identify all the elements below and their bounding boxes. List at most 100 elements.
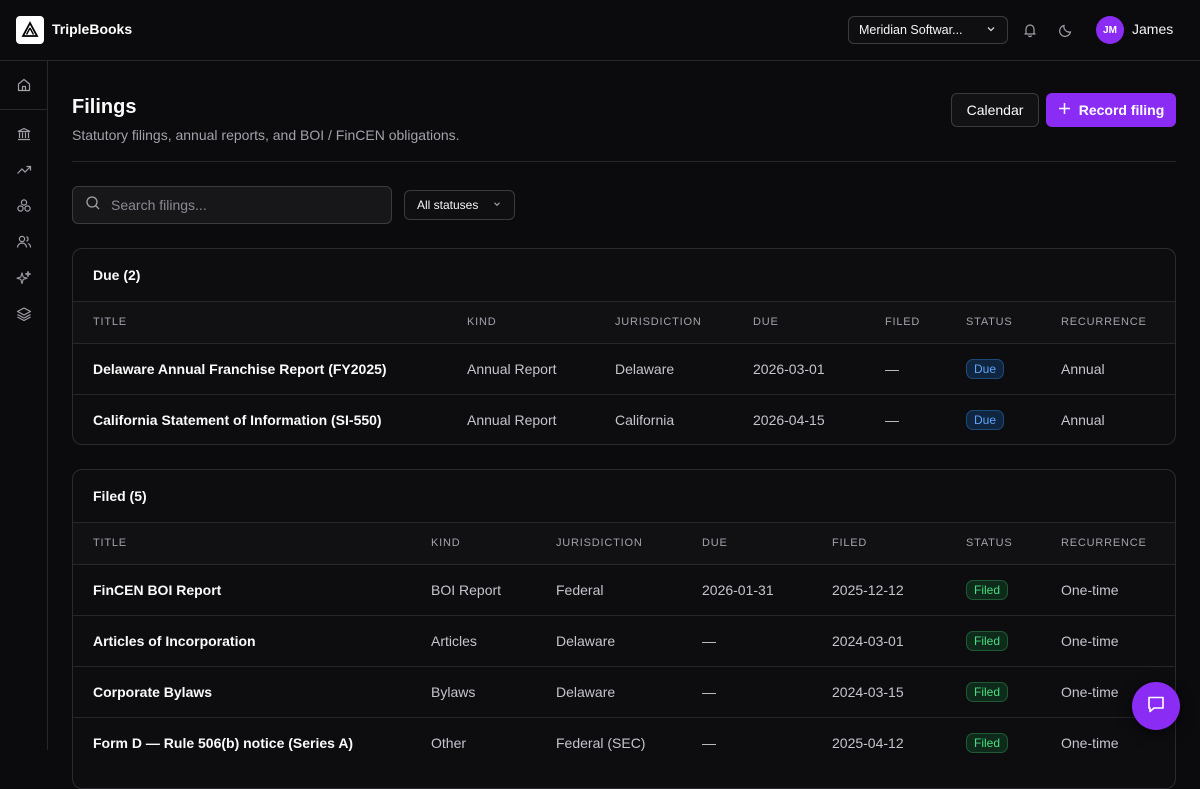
filing-jurisdiction: Delaware	[556, 615, 702, 667]
bell-icon[interactable]	[1021, 21, 1039, 39]
status-filter-select[interactable]: All statuses	[404, 190, 515, 220]
filing-title[interactable]: Delaware Annual Franchise Report (FY2025…	[73, 343, 467, 395]
logo-icon[interactable]	[16, 16, 44, 44]
filing-title[interactable]: California Statement of Information (SI-…	[73, 394, 467, 444]
search-input[interactable]	[111, 197, 371, 213]
filing-due-date: 2026-03-01	[753, 343, 885, 395]
filing-filed-date: 2024-03-15	[832, 666, 966, 718]
record-filing-label: Record filing	[1078, 102, 1165, 118]
col-filed[interactable]: FILED	[885, 302, 966, 344]
page-subtitle: Statutory filings, annual reports, and B…	[72, 127, 460, 143]
search-icon	[85, 195, 101, 216]
filing-jurisdiction: California	[615, 411, 675, 428]
status-cell: Filed	[966, 717, 1061, 768]
status-badge: Filed	[966, 630, 1009, 651]
filing-jurisdiction: Federal (SEC)	[556, 734, 646, 751]
filing-filed-date: 2024-03-01	[832, 615, 966, 667]
col-status[interactable]: STATUS	[966, 302, 1061, 344]
status-cell: Filed	[966, 564, 1061, 616]
col-status[interactable]: STATUS	[966, 523, 1061, 565]
top-bar: TripleBooks Meridian Softwar... JM James	[0, 0, 1200, 61]
filing-kind: Other	[431, 734, 467, 751]
chat-button[interactable]	[1132, 682, 1180, 730]
filing-kind: BOI Report	[431, 564, 556, 616]
col-title[interactable]: TITLE	[73, 523, 431, 565]
filing-title[interactable]: Form D — Rule 506(b) notice (Series A)	[73, 717, 431, 768]
sidebar-divider	[0, 109, 47, 110]
col-kind[interactable]: KIND	[431, 523, 556, 565]
filing-filed-date: —	[885, 343, 966, 395]
filing-kind: Bylaws	[431, 666, 556, 718]
table-row[interactable]: Form D — Rule 506(b) notice (Series A) O…	[73, 717, 1175, 768]
filing-kind: Articles	[431, 615, 556, 667]
sidebar	[0, 61, 48, 750]
filing-filed-date: —	[885, 411, 899, 428]
chat-icon	[1145, 693, 1167, 720]
filing-kind: Annual Report	[467, 343, 615, 395]
table-row[interactable]: Corporate Bylaws Bylaws Delaware — 2024-…	[73, 666, 1175, 718]
organization-select[interactable]: Meridian Softwar...	[848, 16, 1008, 44]
plus-icon	[1058, 102, 1071, 118]
avatar[interactable]: JM	[1096, 16, 1124, 44]
users-icon[interactable]	[15, 233, 33, 251]
col-filed[interactable]: FILED	[832, 523, 966, 565]
filing-title[interactable]: FinCEN BOI Report	[73, 564, 431, 616]
entities-icon[interactable]	[15, 197, 33, 215]
filing-title[interactable]: Corporate Bylaws	[73, 666, 431, 718]
filing-filed-date: 2025-04-12	[832, 734, 904, 751]
table-row[interactable]: FinCEN BOI Report BOI Report Federal 202…	[73, 564, 1175, 616]
bank-icon[interactable]	[15, 125, 33, 143]
filed-section-title: Filed (5)	[73, 470, 1175, 523]
user-name[interactable]: James	[1132, 21, 1173, 37]
status-cell: Filed	[966, 666, 1061, 718]
home-icon[interactable]	[15, 76, 33, 94]
filing-due-date: —	[702, 666, 832, 718]
filing-title[interactable]: Articles of Incorporation	[73, 615, 431, 667]
table-header-row: TITLE KIND JURISDICTION DUE FILED STATUS…	[73, 523, 1175, 565]
chevron-down-icon	[492, 198, 502, 212]
filing-recurrence: Annual	[1061, 343, 1175, 395]
trending-up-icon[interactable]	[15, 161, 33, 179]
table-row[interactable]: Articles of Incorporation Articles Delaw…	[73, 615, 1175, 667]
status-badge: Filed	[966, 579, 1009, 600]
due-section-title: Due (2)	[73, 249, 1175, 302]
col-recurrence[interactable]: RECURRENCE	[1061, 523, 1175, 565]
moon-icon[interactable]	[1057, 21, 1075, 39]
col-title[interactable]: TITLE	[73, 302, 467, 344]
due-filings-table: TITLE KIND JURISDICTION DUE FILED STATUS…	[73, 302, 1175, 444]
col-jurisdiction[interactable]: JURISDICTION	[615, 302, 753, 344]
search-box[interactable]	[72, 186, 392, 224]
table-row[interactable]: California Statement of Information (SI-…	[73, 394, 1175, 444]
status-filter-value: All statuses	[417, 198, 479, 212]
col-due[interactable]: DUE	[753, 302, 885, 344]
table-row[interactable]: Delaware Annual Franchise Report (FY2025…	[73, 343, 1175, 395]
organization-name: Meridian Softwar...	[859, 23, 963, 37]
status-cell: Due	[966, 343, 1061, 395]
status-cell: Due	[966, 394, 1061, 444]
status-cell: Filed	[966, 615, 1061, 667]
filing-kind: Annual Report	[467, 411, 557, 428]
page-title: Filings	[72, 96, 137, 118]
filed-filings-card: Filed (5) TITLE KIND JURISDICTION DUE FI…	[72, 469, 1176, 789]
record-filing-button[interactable]: Record filing	[1046, 93, 1176, 127]
chevron-down-icon	[985, 23, 997, 38]
col-recurrence[interactable]: RECURRENCE	[1061, 302, 1175, 344]
status-badge: Due	[966, 409, 1005, 430]
col-kind[interactable]: KIND	[467, 302, 615, 344]
app-name: TripleBooks	[52, 21, 133, 37]
filing-due-date: —	[702, 615, 832, 667]
filing-jurisdiction: Delaware	[615, 343, 753, 395]
filing-recurrence: Annual	[1061, 411, 1105, 428]
filing-due-date: 2026-01-31	[702, 564, 832, 616]
sparkles-icon[interactable]	[15, 269, 33, 287]
calendar-button[interactable]: Calendar	[951, 93, 1039, 127]
filing-due-date: 2026-04-15	[753, 411, 825, 428]
col-jurisdiction[interactable]: JURISDICTION	[556, 523, 702, 565]
main-content: Filings Statutory filings, annual report…	[48, 61, 1200, 789]
filed-filings-table: TITLE KIND JURISDICTION DUE FILED STATUS…	[73, 523, 1175, 768]
filing-due-date: —	[702, 734, 716, 751]
status-badge: Filed	[966, 681, 1009, 702]
filing-jurisdiction: Federal	[556, 564, 702, 616]
col-due[interactable]: DUE	[702, 523, 832, 565]
layers-icon[interactable]	[15, 305, 33, 323]
